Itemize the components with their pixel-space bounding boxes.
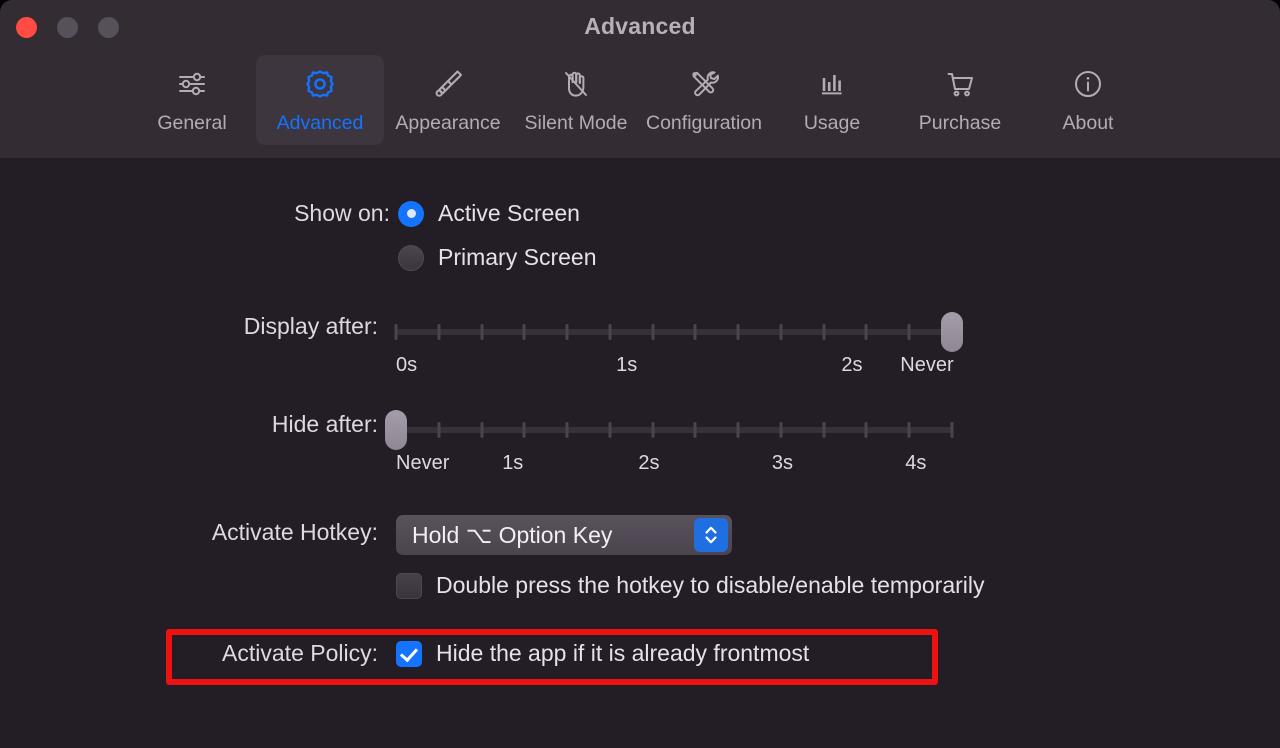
tab-usage[interactable]: Usage xyxy=(768,55,896,145)
slider-tick xyxy=(522,324,526,340)
sliders-icon xyxy=(172,63,212,105)
preferences-window: Advanced General Advanced Appearance Sil… xyxy=(0,0,1280,748)
radio-primary-screen-indicator[interactable] xyxy=(398,244,424,271)
slider-tick xyxy=(779,324,783,340)
activate-hotkey-value: Hold ⌥ Option Key xyxy=(412,521,613,548)
activate-hotkey-dropdown[interactable]: Hold ⌥ Option Key xyxy=(396,515,732,555)
slider-tick xyxy=(437,324,441,340)
slider-scale-label: Never xyxy=(900,354,954,376)
window-toolbar: Advanced General Advanced Appearance Sil… xyxy=(0,0,1280,158)
slider-tick xyxy=(779,422,783,438)
tab-appearance[interactable]: Appearance xyxy=(384,55,512,145)
slider-tick xyxy=(864,422,868,438)
tools-icon xyxy=(684,63,724,105)
slider-scale-label: 2s xyxy=(638,452,660,474)
window-title: Advanced xyxy=(584,13,696,39)
hide-after-slider-thumb[interactable] xyxy=(385,410,407,450)
slider-tick xyxy=(693,324,697,340)
double-press-checkbox[interactable] xyxy=(396,572,422,599)
tab-appearance-label: Appearance xyxy=(395,112,501,134)
hide-after-scale: Never 1s 2s 3s 4s xyxy=(396,452,952,474)
display-after-label-wrap: Display after: xyxy=(0,313,378,340)
slider-tick xyxy=(822,324,826,340)
radio-active-screen[interactable]: Active Screen xyxy=(398,200,580,227)
tab-general-label: General xyxy=(157,112,227,134)
slider-tick xyxy=(736,324,740,340)
tab-silent-mode-label: Silent Mode xyxy=(524,112,628,134)
tab-configuration[interactable]: Configuration xyxy=(640,55,768,145)
toolbar-tabs: General Advanced Appearance Silent Mode … xyxy=(0,55,1280,145)
tab-about[interactable]: About xyxy=(1024,55,1152,145)
tab-about-label: About xyxy=(1062,112,1114,134)
slider-scale-label: 0s xyxy=(396,354,418,376)
tab-usage-label: Usage xyxy=(803,112,861,134)
show-on-label-wrap: Show on: xyxy=(0,200,390,227)
slider-tick xyxy=(480,422,484,438)
show-on-label: Show on: xyxy=(294,200,390,226)
slider-tick xyxy=(394,324,398,340)
activate-hotkey-label: Activate Hotkey: xyxy=(211,519,378,545)
bar-chart-icon xyxy=(812,63,852,105)
display-after-label: Display after: xyxy=(243,313,378,339)
tab-general[interactable]: General xyxy=(128,55,256,145)
hide-after-slider-ticks xyxy=(394,422,954,438)
slider-tick xyxy=(651,324,655,340)
slider-tick xyxy=(565,324,569,340)
slider-tick xyxy=(522,422,526,438)
double-press-checkbox-row[interactable]: Double press the hotkey to disable/enabl… xyxy=(396,572,985,599)
slider-tick xyxy=(736,422,740,438)
activate-policy-checkbox-row[interactable]: Hide the app if it is already frontmost xyxy=(396,640,809,667)
tab-purchase-label: Purchase xyxy=(918,112,1002,134)
slider-scale-label: 1s xyxy=(616,354,638,376)
display-after-slider-thumb[interactable] xyxy=(941,312,963,352)
tab-configuration-label: Configuration xyxy=(646,112,762,134)
radio-primary-screen-label: Primary Screen xyxy=(438,244,597,270)
slider-scale-label: 2s xyxy=(841,354,863,376)
tab-purchase[interactable]: Purchase xyxy=(896,55,1024,145)
activate-policy-checkbox-label: Hide the app if it is already frontmost xyxy=(436,640,810,666)
slider-tick xyxy=(480,324,484,340)
slider-tick xyxy=(907,324,911,340)
double-press-label: Double press the hotkey to disable/enabl… xyxy=(436,572,985,598)
slider-tick xyxy=(950,422,954,438)
slider-tick xyxy=(437,422,441,438)
advanced-settings-pane: Show on: Active Screen Primary Screen Di… xyxy=(0,158,1280,748)
radio-active-screen-label: Active Screen xyxy=(438,200,580,226)
slider-scale-label: Never xyxy=(396,452,450,474)
slider-scale-label: 3s xyxy=(771,452,793,474)
activate-hotkey-label-wrap: Activate Hotkey: xyxy=(0,519,378,546)
slider-tick xyxy=(565,422,569,438)
info-circle-icon xyxy=(1068,63,1108,105)
hide-after-label: Hide after: xyxy=(271,411,378,437)
chevron-updown-icon[interactable] xyxy=(694,518,728,552)
tab-advanced[interactable]: Advanced xyxy=(256,55,384,145)
display-after-slider-ticks xyxy=(394,324,954,340)
hide-after-slider[interactable] xyxy=(385,408,954,452)
slider-tick xyxy=(651,422,655,438)
paintbrush-icon xyxy=(428,63,468,105)
slider-tick xyxy=(693,422,697,438)
display-after-scale: 0s 1s 2s Never xyxy=(396,354,954,376)
slider-scale-label: 1s xyxy=(502,452,524,474)
display-after-slider[interactable] xyxy=(394,310,963,354)
activate-policy-label-wrap: Activate Policy: xyxy=(0,640,378,667)
shopping-cart-icon xyxy=(940,63,980,105)
tab-advanced-label: Advanced xyxy=(276,112,364,134)
slider-tick xyxy=(608,422,612,438)
radio-active-screen-indicator[interactable] xyxy=(398,200,424,227)
slider-tick xyxy=(907,422,911,438)
hide-after-label-wrap: Hide after: xyxy=(0,411,378,438)
slider-tick xyxy=(822,422,826,438)
slider-scale-label: 4s xyxy=(905,452,927,474)
hand-slash-icon xyxy=(556,63,596,105)
gear-icon xyxy=(300,63,340,105)
slider-tick xyxy=(864,324,868,340)
slider-tick xyxy=(608,324,612,340)
activate-policy-label: Activate Policy: xyxy=(222,640,378,666)
radio-primary-screen[interactable]: Primary Screen xyxy=(398,244,596,271)
activate-policy-checkbox[interactable] xyxy=(396,640,422,667)
tab-silent-mode[interactable]: Silent Mode xyxy=(512,55,640,145)
